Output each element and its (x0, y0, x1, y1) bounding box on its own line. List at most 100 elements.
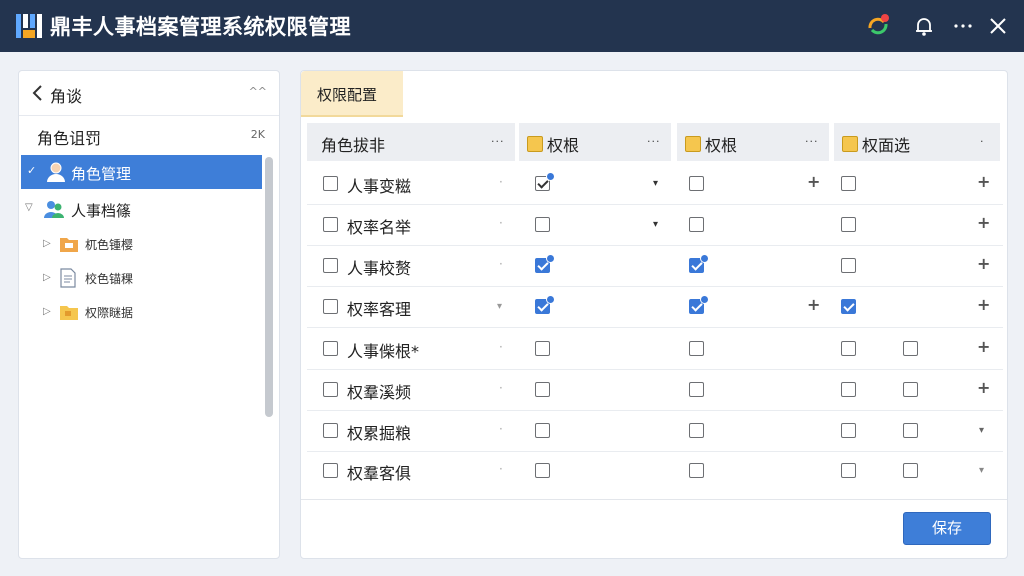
chevron-left-icon[interactable] (31, 83, 45, 103)
tree-item-sub-1[interactable]: ▷ 杌色锺樱 (21, 227, 262, 261)
add-icon[interactable]: + (807, 295, 820, 314)
permission-checkbox[interactable] (535, 254, 555, 273)
tree-item-sub-2[interactable]: ▷ 校色锚稞 (21, 261, 262, 295)
permission-checkbox[interactable] (535, 217, 550, 232)
row-checkbox[interactable] (323, 463, 338, 478)
expand-right-icon[interactable]: ▷ (43, 306, 51, 317)
permission-checkbox[interactable] (841, 463, 856, 478)
dropdown-icon[interactable]: ▾ (653, 178, 658, 189)
permission-checkbox[interactable] (689, 176, 704, 191)
permission-checkbox[interactable] (841, 382, 856, 397)
permission-checkbox[interactable] (841, 258, 856, 273)
save-button[interactable]: 保存 (903, 512, 991, 545)
close-icon[interactable] (986, 14, 1010, 38)
permission-checkbox[interactable] (689, 423, 704, 438)
tab-label: 权限配置 (317, 86, 378, 104)
permission-checkbox[interactable] (689, 341, 704, 356)
expand-right-icon[interactable]: ▷ (43, 238, 51, 249)
permission-checkbox[interactable] (535, 341, 550, 356)
header-checkbox[interactable] (685, 136, 701, 152)
tree-item-label: 杌色锺樱 (85, 238, 134, 252)
tree-item-label: 角色管理 (71, 165, 132, 183)
row-label: 权累掘粮 (347, 424, 412, 443)
sidebar-title[interactable]: 角谈 (50, 83, 82, 107)
row-checkbox[interactable] (323, 423, 338, 438)
permission-checkbox[interactable] (689, 254, 709, 273)
permission-checkbox[interactable] (689, 295, 709, 314)
column-menu-icon[interactable]: ··· (647, 135, 661, 148)
add-icon[interactable]: + (977, 295, 990, 314)
row-checkbox[interactable] (323, 299, 338, 314)
column-header-perm-1[interactable]: 权根 ··· (519, 123, 671, 161)
add-icon[interactable]: + (977, 213, 990, 232)
dropdown-icon[interactable]: ▾ (979, 465, 984, 476)
sync-icon[interactable] (866, 14, 890, 38)
permission-checkbox[interactable] (903, 341, 918, 356)
permission-checkbox[interactable] (535, 463, 550, 478)
permission-checkbox[interactable] (689, 382, 704, 397)
permission-checkbox[interactable] (535, 172, 555, 191)
column-header-role[interactable]: 角色拔非 ··· (307, 123, 515, 161)
row-checkbox[interactable] (323, 217, 338, 232)
header-checkbox[interactable] (527, 136, 543, 152)
row-checkbox[interactable] (323, 258, 338, 273)
column-header-perm-3[interactable]: 权面选 · (834, 123, 1000, 161)
bell-icon[interactable] (912, 14, 936, 38)
dropdown-icon[interactable]: ▾ (653, 219, 658, 230)
permission-checkbox[interactable] (903, 382, 918, 397)
tree-item-label: 人事档篠 (71, 202, 132, 220)
app-title: 鼎丰人事档案管理系统权限管理 (50, 15, 351, 39)
table-row: 权率名举 · ▾ + (307, 204, 1003, 246)
column-header-label: 权根 (705, 136, 738, 155)
column-header-label: 角色拔非 (321, 136, 386, 155)
permission-checkbox[interactable] (841, 217, 856, 232)
permission-checkbox[interactable] (535, 295, 555, 314)
table-row: 权羣客俱 · ▾ (307, 450, 1003, 491)
check-mark-icon: ✓ (27, 164, 37, 177)
add-icon[interactable]: + (977, 254, 990, 273)
column-menu-icon[interactable]: ··· (805, 135, 819, 148)
dropdown-icon[interactable]: ▾ (979, 425, 984, 436)
row-dot: · (499, 216, 503, 230)
permission-checkbox[interactable] (903, 463, 918, 478)
row-checkbox[interactable] (323, 176, 338, 191)
permission-checkbox[interactable] (841, 299, 856, 314)
dropdown-icon[interactable]: ▾ (497, 301, 502, 312)
column-header-perm-2[interactable]: 权根 ··· (677, 123, 829, 161)
sidebar-header: 角谈 ^^ (19, 71, 279, 116)
add-icon[interactable]: + (977, 378, 990, 397)
permission-checkbox[interactable] (689, 217, 704, 232)
tree-item-label: 权際瞇据 (85, 306, 134, 320)
tree-item-sub-3[interactable]: ▷ 权際瞇据 (21, 295, 262, 329)
table-row: 权累掘粮 · ▾ (307, 410, 1003, 452)
row-checkbox[interactable] (323, 341, 338, 356)
add-icon[interactable]: + (977, 337, 990, 356)
more-icon[interactable] (951, 14, 975, 38)
permission-checkbox[interactable] (535, 382, 550, 397)
permission-checkbox[interactable] (535, 423, 550, 438)
column-header-label: 权根 (547, 136, 580, 155)
header-checkbox[interactable] (842, 136, 858, 152)
expand-right-icon[interactable]: ▷ (43, 272, 51, 283)
badge-dot (700, 295, 709, 304)
permission-checkbox[interactable] (841, 423, 856, 438)
add-icon[interactable]: + (807, 172, 820, 191)
table-row: 权率客理 ▾ + + (307, 286, 1003, 328)
tree-item-personnel-files[interactable]: ▽ 人事档篠 (21, 192, 262, 226)
collapse-caret[interactable]: ^^ (249, 85, 267, 98)
tree-item-role-management[interactable]: ✓ 角色管理 (21, 155, 262, 189)
title-bar: 鼎丰人事档案管理系统权限管理 (0, 0, 1024, 52)
permission-checkbox[interactable] (841, 176, 856, 191)
expand-down-icon[interactable]: ▽ (25, 202, 33, 213)
permission-checkbox[interactable] (841, 341, 856, 356)
row-checkbox[interactable] (323, 382, 338, 397)
add-icon[interactable]: + (977, 172, 990, 191)
column-menu-icon[interactable]: ··· (491, 135, 505, 148)
permission-checkbox[interactable] (689, 463, 704, 478)
permission-checkbox[interactable] (903, 423, 918, 438)
column-menu-icon[interactable]: · (980, 135, 985, 148)
row-dot: · (499, 175, 503, 189)
sidebar-scrollbar[interactable] (265, 157, 273, 417)
row-label: 权率客理 (347, 300, 412, 319)
tab-permission-config[interactable]: 权限配置 (301, 71, 403, 117)
